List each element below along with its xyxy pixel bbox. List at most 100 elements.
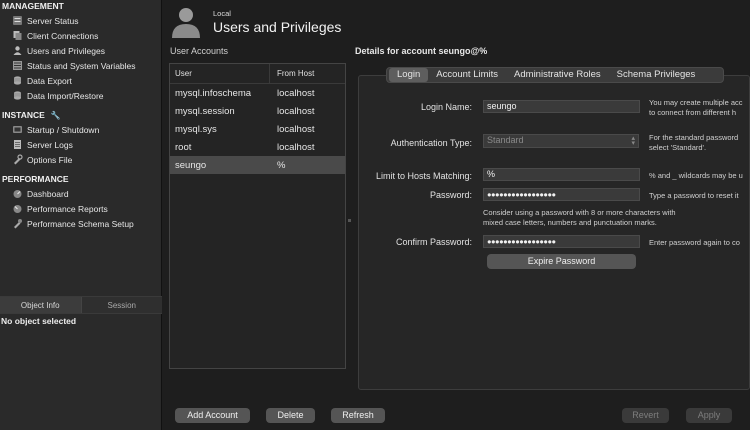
auth-type-label: Authentication Type: (390, 138, 472, 148)
variables-icon (12, 60, 23, 71)
splitter-handle[interactable] (348, 219, 351, 222)
cell-host: % (277, 159, 286, 171)
password-label: Password: (429, 190, 472, 200)
add-account-button[interactable]: Add Account (175, 408, 250, 423)
table-row-selected[interactable]: seungo % (170, 156, 345, 174)
details-tabbar: Login Account Limits Administrative Role… (386, 67, 724, 83)
startup-icon (12, 124, 23, 135)
cell-host: localhost (277, 105, 315, 117)
nav-label: Data Import/Restore (27, 90, 104, 101)
cell-user: seungo (175, 159, 207, 171)
select-arrows-icon: ▴ ▾ (631, 135, 635, 147)
nav-dashboard[interactable]: Dashboard (0, 186, 161, 201)
hosts-field[interactable]: % (483, 168, 640, 181)
nav-label: Server Logs (27, 139, 73, 150)
tab-account-limits[interactable]: Account Limits (428, 68, 506, 82)
cell-host: localhost (277, 87, 315, 99)
nav-client-connections[interactable]: Client Connections (0, 28, 161, 43)
hosts-label: Limit to Hosts Matching: (375, 171, 472, 181)
login-name-help: You may create multiple acc to connect f… (649, 98, 743, 117)
password-help: Type a password to reset it (649, 191, 739, 200)
login-name-label: Login Name: (420, 102, 472, 112)
user-accounts-label: User Accounts (170, 46, 229, 56)
auth-type-select[interactable]: Standard ▴ ▾ (483, 134, 639, 148)
login-panel: Login Name: seungo You may create multip… (358, 75, 750, 390)
password-hint: Consider using a password with 8 or more… (483, 208, 676, 227)
instance-heading: INSTANCE 🔧 (2, 110, 61, 120)
info-tabs: Object Info Session (0, 296, 162, 314)
nav-label: Dashboard (27, 188, 69, 199)
nav-label: Startup / Shutdown (27, 124, 100, 135)
confirm-password-label: Confirm Password: (395, 237, 472, 247)
tab-administrative-roles[interactable]: Administrative Roles (506, 68, 609, 82)
nav-data-export[interactable]: Data Export (0, 73, 161, 88)
login-name-field[interactable]: seungo (483, 100, 640, 113)
data-import-icon (12, 90, 23, 101)
nav-label: Performance Reports (27, 203, 108, 214)
nav-label: Users and Privileges (27, 45, 105, 56)
user-avatar-icon (170, 4, 202, 38)
nav-performance-schema-setup[interactable]: Performance Schema Setup (0, 216, 161, 231)
client-connections-icon (12, 30, 23, 41)
tab-session[interactable]: Session (80, 297, 162, 313)
performance-reports-icon (12, 203, 23, 214)
server-status-icon (12, 15, 23, 26)
connection-name: Local (213, 9, 231, 18)
options-file-icon (12, 154, 23, 165)
cell-user: mysql.sys (175, 123, 217, 135)
cell-user: mysql.infoschema (175, 87, 252, 99)
dashboard-icon (12, 188, 23, 199)
server-logs-icon (12, 139, 23, 150)
user-accounts-table: User From Host mysql.infoschema localhos… (169, 63, 346, 369)
performance-heading: PERFORMANCE (2, 174, 69, 184)
schema-setup-icon (12, 218, 23, 229)
nav-label: Options File (27, 154, 73, 165)
nav-status-variables[interactable]: Status and System Variables (0, 58, 161, 73)
nav-label: Server Status (27, 15, 79, 26)
confirm-password-help: Enter password again to co (649, 238, 740, 247)
cell-host: localhost (277, 123, 315, 135)
nav-label: Status and System Variables (27, 60, 136, 71)
table-row[interactable]: mysql.session localhost (170, 102, 345, 120)
cell-user: mysql.session (175, 105, 235, 117)
expire-password-button[interactable]: Expire Password (487, 254, 636, 269)
nav-label: Client Connections (27, 30, 99, 41)
table-row[interactable]: mysql.infoschema localhost (170, 84, 345, 102)
delete-button[interactable]: Delete (266, 408, 315, 423)
nav-server-logs[interactable]: Server Logs (0, 137, 161, 152)
cell-host: localhost (277, 141, 315, 153)
apply-button[interactable]: Apply (686, 408, 732, 423)
nav-label: Data Export (27, 75, 72, 86)
no-object-text: No object selected (1, 316, 77, 326)
users-icon (12, 45, 23, 56)
navigator-sidebar: MANAGEMENT Server Status Client Connecti… (0, 0, 162, 430)
table-header: User From Host (170, 64, 345, 84)
data-export-icon (12, 75, 23, 86)
tab-object-info[interactable]: Object Info (0, 297, 81, 313)
confirm-password-field[interactable]: ●●●●●●●●●●●●●●●●● (483, 235, 640, 248)
column-from-host[interactable]: From Host (269, 64, 345, 83)
nav-users-and-privileges[interactable]: Users and Privileges (0, 43, 161, 58)
revert-button[interactable]: Revert (622, 408, 669, 423)
nav-options-file[interactable]: Options File (0, 152, 161, 167)
auth-type-help: For the standard password select 'Standa… (649, 133, 739, 152)
wrench-icon: 🔧 (50, 111, 61, 120)
cell-user: root (175, 141, 192, 153)
password-field[interactable]: ●●●●●●●●●●●●●●●●● (483, 188, 640, 201)
details-title: Details for account seungo@% (355, 46, 488, 56)
nav-performance-reports[interactable]: Performance Reports (0, 201, 161, 216)
refresh-button[interactable]: Refresh (331, 408, 385, 423)
page-header: Local Users and Privileges (170, 4, 341, 40)
nav-data-import[interactable]: Data Import/Restore (0, 88, 161, 103)
nav-label: Performance Schema Setup (27, 218, 134, 229)
management-heading: MANAGEMENT (2, 1, 64, 11)
tab-login[interactable]: Login (389, 68, 429, 82)
table-row[interactable]: mysql.sys localhost (170, 120, 345, 138)
column-user[interactable]: User (170, 69, 269, 78)
hosts-help: % and _ wildcards may be u (649, 171, 743, 180)
nav-startup-shutdown[interactable]: Startup / Shutdown (0, 122, 161, 137)
page-title: Users and Privileges (213, 19, 342, 35)
nav-server-status[interactable]: Server Status (0, 13, 161, 28)
table-row[interactable]: root localhost (170, 138, 345, 156)
tab-schema-privileges[interactable]: Schema Privileges (609, 68, 704, 82)
